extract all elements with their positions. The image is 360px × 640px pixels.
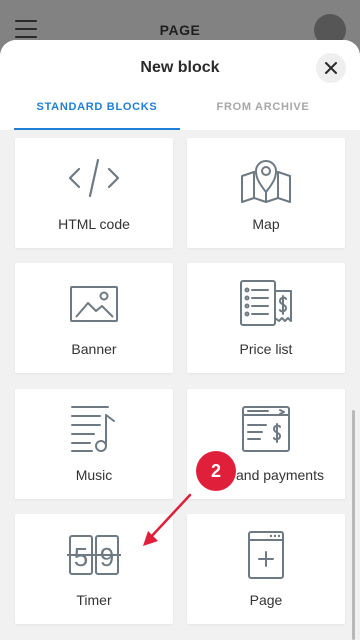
- block-label: Price list: [239, 341, 293, 357]
- tab-bar: STANDARD BLOCKS FROM ARCHIVE: [0, 96, 360, 130]
- sheet-title: New block: [140, 59, 220, 76]
- timer-icon: 5 9: [67, 535, 121, 575]
- image-icon: [70, 286, 118, 322]
- svg-text:5: 5: [74, 542, 88, 572]
- payment-icon: [242, 406, 290, 452]
- code-icon: [68, 158, 120, 198]
- tab-standard-blocks[interactable]: STANDARD BLOCKS: [14, 96, 180, 130]
- block-page[interactable]: Page: [187, 514, 345, 624]
- svg-text:9: 9: [100, 542, 114, 572]
- close-icon: [325, 62, 337, 74]
- block-label: HTML code: [58, 216, 130, 232]
- step-badge: 2: [196, 451, 236, 491]
- block-label: Timer: [76, 592, 112, 608]
- app-title: PAGE: [159, 22, 201, 38]
- page-icon: [248, 531, 284, 579]
- block-banner[interactable]: Banner: [15, 263, 173, 373]
- block-map[interactable]: Map: [187, 138, 345, 248]
- map-pin-icon: [241, 160, 291, 203]
- block-label: Banner: [71, 341, 117, 357]
- block-html-code[interactable]: HTML code: [15, 138, 173, 248]
- sheet-header: New block STANDARD BLOCKS FROM ARCHIVE: [0, 40, 360, 130]
- music-icon: [71, 406, 115, 452]
- scrollbar[interactable]: [352, 410, 355, 640]
- block-label: Page: [249, 592, 283, 608]
- block-price-list[interactable]: Price list: [187, 263, 345, 373]
- price-list-icon: [240, 280, 292, 326]
- annotation-arrow-icon: [143, 493, 192, 546]
- tab-from-archive[interactable]: FROM ARCHIVE: [180, 96, 346, 130]
- block-label: Map: [252, 216, 280, 232]
- close-button[interactable]: [316, 53, 346, 83]
